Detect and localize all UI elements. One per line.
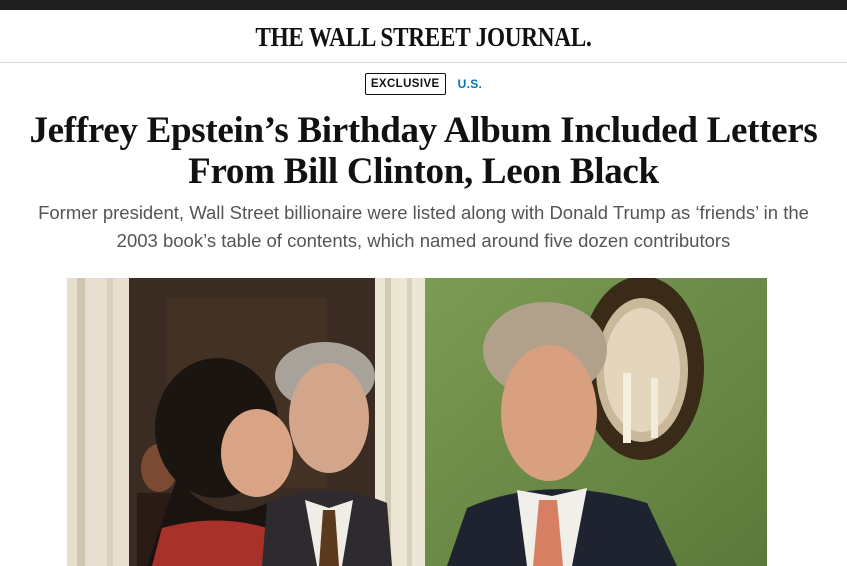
masthead: THE WALL STREET JOURNAL.: [0, 10, 847, 63]
exclusive-badge: EXCLUSIVE: [364, 73, 446, 95]
headline-line-1: Jeffrey Epstein’s Birthday Album Include…: [29, 110, 818, 151]
article-flags: EXCLUSIVE U.S.: [0, 73, 847, 95]
article-dek: Former president, Wall Street billionair…: [0, 199, 847, 255]
dek-line-1: Former president, Wall Street billionair…: [38, 202, 809, 223]
article-hero-photo[interactable]: [67, 278, 767, 566]
headline-line-2: From Bill Clinton, Leon Black: [188, 151, 659, 192]
top-bar: [0, 0, 847, 10]
article-headline: Jeffrey Epstein’s Birthday Album Include…: [20, 110, 827, 192]
hero-photo-illustration: [67, 278, 767, 566]
dek-line-2: 2003 book’s table of contents, which nam…: [116, 230, 731, 251]
section-link-us[interactable]: U.S.: [458, 77, 483, 91]
wsj-logo[interactable]: THE WALL STREET JOURNAL.: [255, 22, 591, 53]
